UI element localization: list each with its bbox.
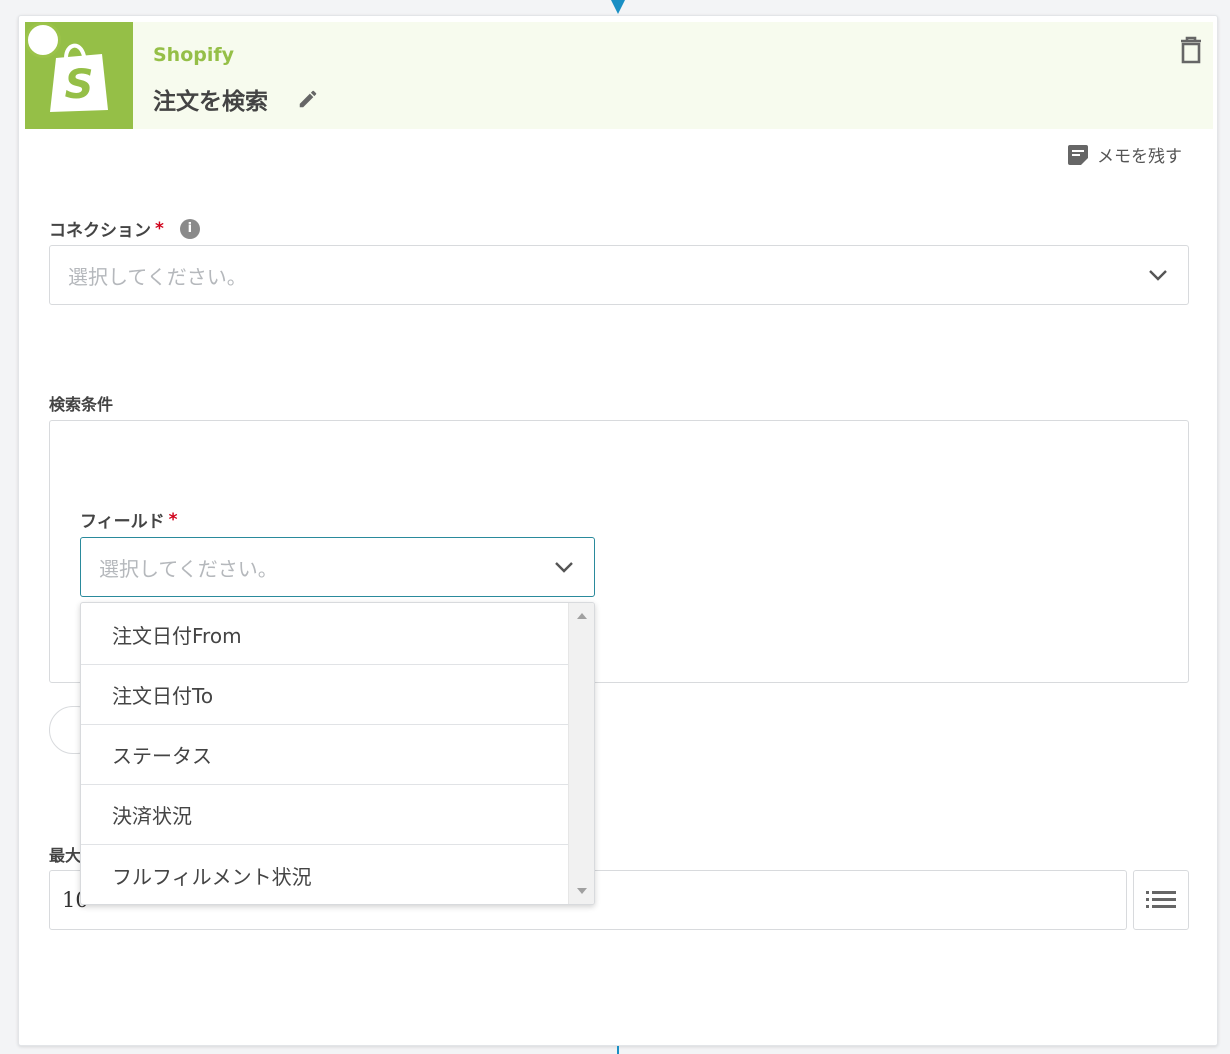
dropdown-option[interactable]: フルフィルメント状況 bbox=[81, 845, 569, 904]
action-title: 注文を検索 bbox=[153, 89, 268, 115]
flow-connector-top bbox=[611, 0, 625, 14]
connection-placeholder: 選択してください。 bbox=[68, 264, 247, 289]
dropdown-option[interactable]: 決済状況 bbox=[81, 785, 569, 845]
field-label: フィールド * bbox=[80, 507, 178, 533]
field-placeholder: 選択してください。 bbox=[99, 556, 278, 581]
scroll-thumb[interactable] bbox=[573, 627, 591, 879]
scroll-down-icon[interactable] bbox=[577, 888, 587, 894]
dropdown-option[interactable]: ステータス bbox=[81, 725, 569, 785]
note-icon bbox=[1068, 144, 1088, 165]
info-icon[interactable]: i bbox=[179, 218, 200, 239]
list-button[interactable] bbox=[1133, 870, 1189, 930]
memo-button[interactable]: メモを残す bbox=[1067, 142, 1182, 167]
memo-label: メモを残す bbox=[1097, 147, 1182, 167]
dropdown-scrollbar[interactable] bbox=[568, 603, 594, 904]
scroll-up-icon[interactable] bbox=[577, 613, 587, 619]
conditions-label: 検索条件 bbox=[49, 395, 114, 414]
pencil-icon[interactable] bbox=[297, 88, 319, 114]
required-mark: * bbox=[155, 218, 164, 239]
field-dropdown: 注文日付From 注文日付To ステータス 決済状況 フルフィルメント状況 bbox=[80, 602, 595, 905]
list-icon bbox=[1146, 891, 1176, 908]
max-count-label: 最大 bbox=[49, 846, 82, 865]
status-indicator bbox=[25, 22, 61, 58]
logo-letter: S bbox=[65, 62, 94, 108]
trash-icon[interactable] bbox=[1179, 36, 1203, 68]
chevron-down-icon bbox=[555, 562, 573, 573]
step-header: S Shopify 注文を検索 bbox=[25, 22, 1213, 129]
field-required-mark: * bbox=[168, 509, 178, 530]
connection-label-text: コネクション bbox=[49, 221, 151, 241]
chevron-down-icon bbox=[1149, 270, 1167, 281]
dropdown-option[interactable]: 注文日付To bbox=[81, 665, 569, 725]
field-select[interactable]: 選択してください。 bbox=[80, 537, 595, 597]
connection-select[interactable]: 選択してください。 bbox=[49, 245, 1189, 305]
flow-connector-bottom bbox=[617, 1046, 619, 1054]
field-label-text: フィールド bbox=[80, 512, 165, 532]
connection-label: コネクション * i bbox=[49, 216, 200, 241]
app-name: Shopify bbox=[153, 44, 235, 66]
step-card: S Shopify 注文を検索 メモを残す コネクション * i 選択してください… bbox=[18, 15, 1218, 1046]
dropdown-option[interactable]: 注文日付From bbox=[81, 605, 569, 665]
